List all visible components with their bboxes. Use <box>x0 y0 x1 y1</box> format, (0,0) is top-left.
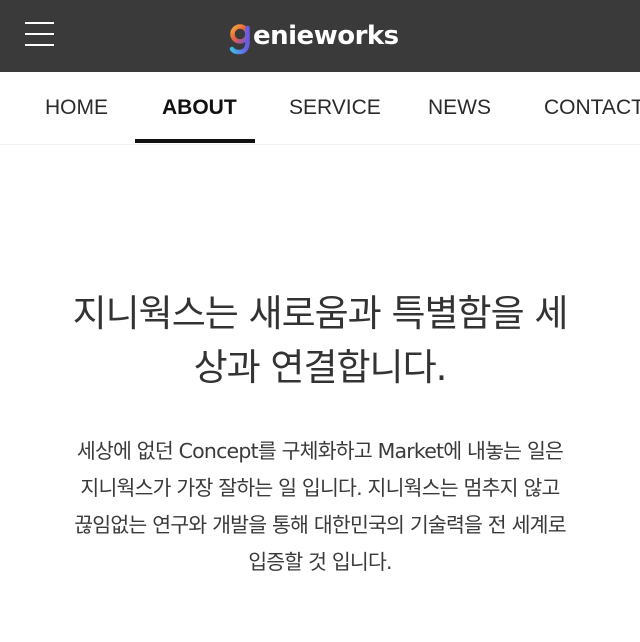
nav-item-about[interactable]: ABOUT <box>162 72 237 144</box>
nav-item-service[interactable]: SERVICE <box>289 72 381 144</box>
logo-text: enieworks <box>253 21 399 51</box>
nav-item-contact[interactable]: CONTACT <box>544 72 640 144</box>
hamburger-line <box>25 33 54 35</box>
paragraph-line: 끊임없는 연구와 개발을 통해 대한민국의 기술력을 전 세계로 <box>74 513 566 537</box>
nav-item-news[interactable]: NEWS <box>428 72 491 144</box>
hamburger-line <box>25 44 54 46</box>
page-headline: 지니웍스는 새로움과 특별함을 세 상과 연결합니다. <box>40 287 600 395</box>
genieworks-logo[interactable]: enieworks <box>229 18 399 58</box>
paragraph-line: 세상에 없던 Concept를 구체화하고 Market에 내놓는 일은 <box>76 439 564 463</box>
top-header: enieworks <box>0 0 640 72</box>
logo-g-icon <box>229 24 250 55</box>
paragraph-line: 입증할 것 입니다. <box>248 550 392 574</box>
nav-item-home[interactable]: HOME <box>45 72 108 144</box>
intro-paragraph: 세상에 없던 Concept를 구체화하고 Market에 내놓는 일은 지니웍… <box>40 433 600 581</box>
main-navigation: HOME ABOUT SERVICE NEWS CONTACT <box>0 72 640 145</box>
active-tab-underline <box>135 139 255 143</box>
headline-line: 상과 연결합니다. <box>193 346 448 389</box>
paragraph-line: 지니웍스가 가장 잘하는 일 입니다. 지니웍스는 멈추지 않고 <box>80 476 560 500</box>
hamburger-line <box>25 22 54 24</box>
headline-line: 지니웍스는 새로움과 특별함을 세 <box>72 292 569 335</box>
hamburger-menu-icon[interactable] <box>25 22 54 46</box>
